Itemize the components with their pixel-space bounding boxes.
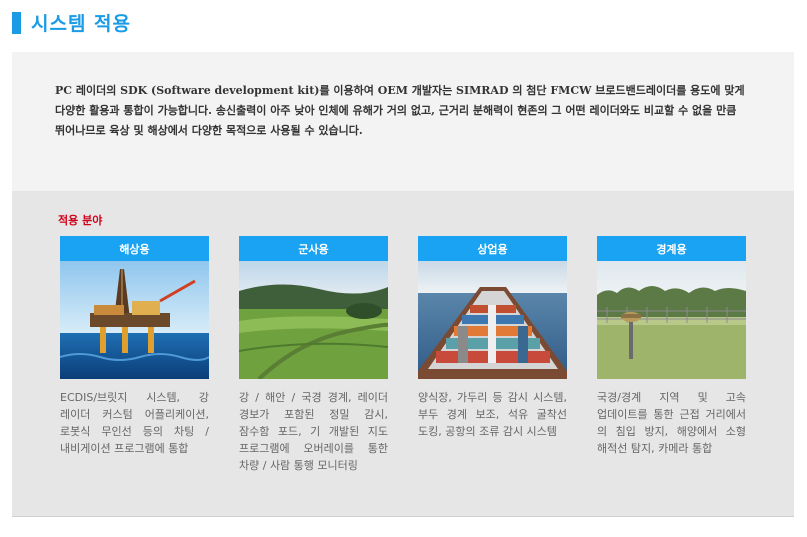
- card-commercial: 상업용 양식장, 가두리 등 감시 시스템, 부두 경계 보조, 석유 굴착선 …: [418, 236, 567, 440]
- card-title: 해상용: [60, 236, 209, 261]
- page-title: 시스템 적용: [31, 13, 132, 35]
- card-description: 양식장, 가두리 등 감시 시스템, 부두 경계 보조, 석유 굴착선 도킹, …: [418, 391, 567, 438]
- card-title: 경계용: [597, 236, 746, 261]
- intro-panel: PC 레이더의 SDK (Software development kit)를 …: [12, 52, 794, 191]
- card-description: 국경/경계 지역 및 고속 업데이트를 통한 근접 거리에서 의 침입 방지, …: [597, 391, 746, 455]
- military-landscape-image: [239, 261, 388, 379]
- page-header: 시스템 적용: [12, 9, 131, 36]
- card-marine: 해상용 ECDIS/브릿지 시스템, 강 레이더 커스텀 어플리케이션, 로봇식…: [60, 236, 209, 457]
- title-accent-bar: [12, 11, 21, 34]
- applications-panel: 적용 분야 해상용 ECDIS/브릿지 시스템, 강 레이더 커스텀 어플리케이…: [12, 191, 794, 517]
- section-label: 적용 분야: [58, 214, 103, 227]
- border-radar-fence-image: [597, 261, 746, 379]
- card-title: 군사용: [239, 236, 388, 261]
- commercial-container-ship-image: [418, 261, 567, 379]
- marine-oil-rig-image: [60, 261, 209, 379]
- card-description: 강 / 해안 / 국경 경계, 레이더 경보가 포함된 정밀 감시, 잠수함 포…: [239, 391, 388, 472]
- card-military: 군사용 강 / 해안 / 국경 경계, 레이더 경보가 포함된 정밀 감시, 잠…: [239, 236, 388, 474]
- card-title: 상업용: [418, 236, 567, 261]
- card-border: 경계용 국경/경계 지역 및 고속 업데이트를 통한 근접 거리에서 의 침입 …: [597, 236, 746, 457]
- intro-text: PC 레이더의 SDK (Software development kit)를 …: [55, 84, 745, 137]
- card-description: ECDIS/브릿지 시스템, 강 레이더 커스텀 어플리케이션, 로봇식 무인선…: [60, 391, 209, 455]
